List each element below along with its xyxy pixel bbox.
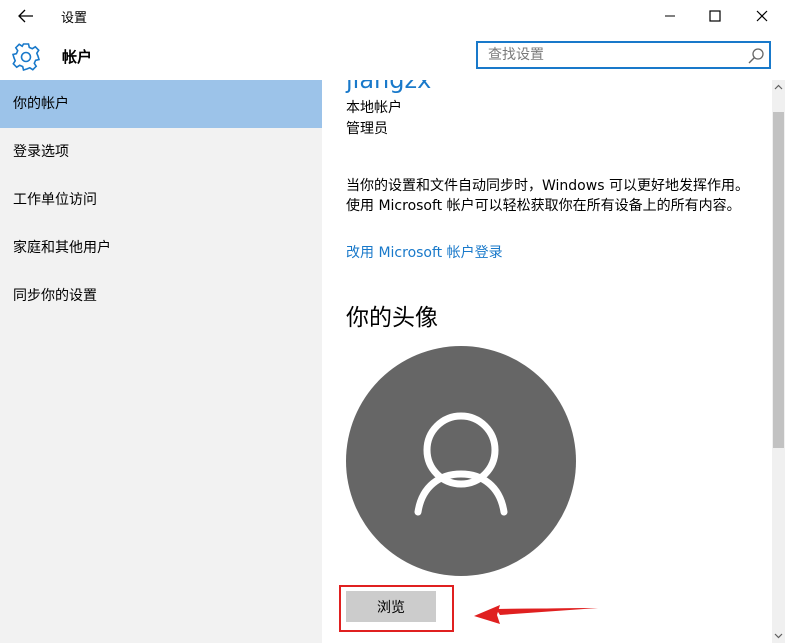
- window-title: 设置: [61, 11, 88, 26]
- sidebar-item-family-other-users[interactable]: 家庭和其他用户: [0, 224, 322, 272]
- title-bar: 设置: [0, 0, 785, 32]
- avatar-section-title: 你的头像: [346, 305, 438, 331]
- sidebar-item-your-account[interactable]: 你的帐户: [0, 80, 322, 128]
- sidebar: 你的帐户 登录选项 工作单位访问 家庭和其他用户 同步你的设置: [0, 80, 322, 643]
- scroll-up-button[interactable]: [772, 80, 785, 94]
- minimize-button[interactable]: [647, 0, 693, 32]
- scrollbar[interactable]: [772, 80, 785, 643]
- sidebar-item-sign-in-options[interactable]: 登录选项: [0, 128, 322, 176]
- microsoft-account-link[interactable]: 改用 Microsoft 帐户登录: [346, 242, 503, 262]
- account-username: jiangzx: [346, 80, 432, 94]
- account-role: 管理员: [346, 121, 388, 137]
- minimize-icon: [665, 15, 675, 17]
- page-title: 帐户: [62, 48, 93, 66]
- annotation-highlight-box: [339, 585, 454, 632]
- search-icon[interactable]: [747, 47, 765, 65]
- person-icon: [414, 412, 508, 516]
- search-box[interactable]: [476, 41, 771, 69]
- account-type: 本地帐户: [346, 100, 402, 116]
- close-button[interactable]: [739, 0, 785, 32]
- chevron-down-icon: [774, 633, 783, 639]
- page-header: 帐户: [0, 32, 785, 80]
- scroll-down-button[interactable]: [772, 629, 785, 643]
- gear-icon: [11, 43, 41, 72]
- sync-description: 当你的设置和文件自动同步时，Windows 可以更好地发挥作用。使用 Micro…: [346, 178, 749, 214]
- sidebar-item-work-access[interactable]: 工作单位访问: [0, 176, 322, 224]
- maximize-button[interactable]: [692, 0, 738, 32]
- scroll-thumb[interactable]: [773, 112, 784, 448]
- annotation-arrow-icon: [474, 605, 598, 624]
- close-icon: [756, 10, 768, 22]
- sidebar-item-sync-settings[interactable]: 同步你的设置: [0, 272, 322, 320]
- back-button[interactable]: [8, 2, 44, 30]
- search-input[interactable]: [478, 43, 738, 67]
- back-arrow-icon: [18, 9, 33, 23]
- maximize-icon: [709, 10, 721, 22]
- avatar: [346, 346, 576, 576]
- main-content: jiangzx 本地帐户 管理员 当你的设置和文件自动同步时，Windows 可…: [322, 80, 772, 643]
- chevron-up-icon: [774, 84, 783, 90]
